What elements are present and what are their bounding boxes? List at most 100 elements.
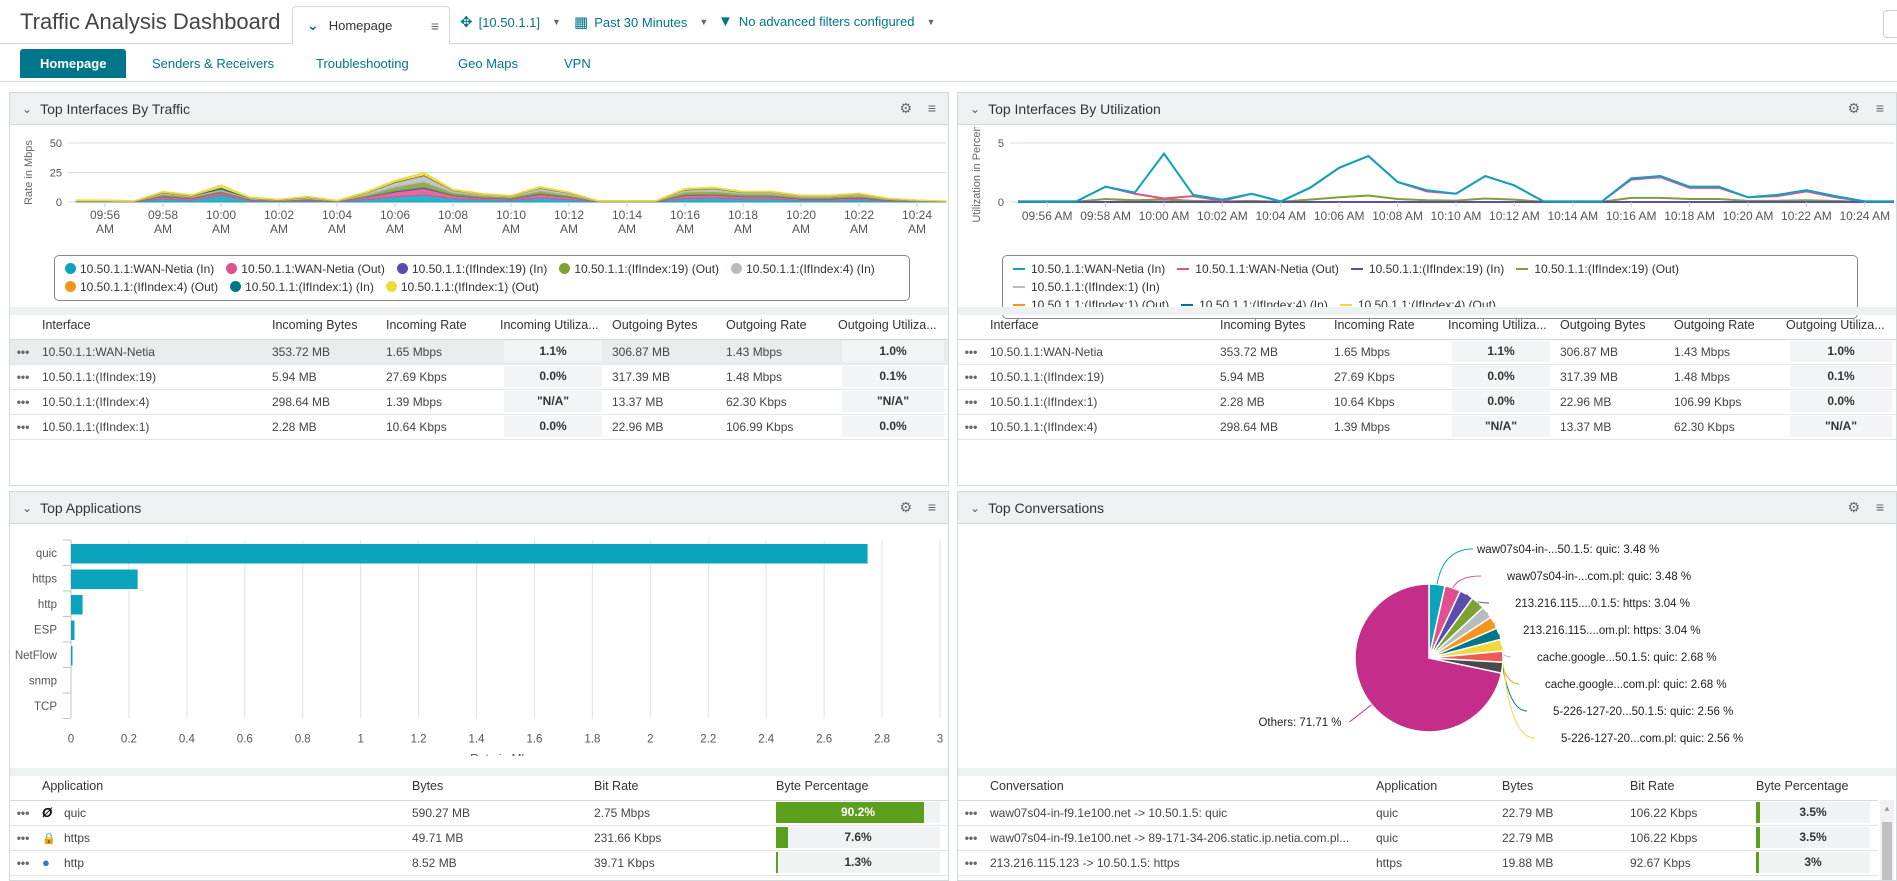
legend-item[interactable]: 10.50.1.1:WAN-Netia (In) bbox=[65, 260, 214, 278]
col-header-interface[interactable]: Interface bbox=[36, 311, 266, 340]
row-actions-icon[interactable]: ••• bbox=[958, 389, 984, 415]
table-row[interactable]: ••• 10.50.1.1:(IfIndex:1) 2.28 MB 10.64 Kbp… bbox=[10, 414, 948, 440]
col-header-outgoing-rate[interactable]: Outgoing Rate bbox=[1668, 311, 1780, 340]
col-header-bytes[interactable]: Bytes bbox=[406, 772, 588, 801]
col-header-application[interactable]: Application bbox=[36, 772, 406, 801]
interface-cell[interactable]: 10.50.1.1:(IfIndex:4) bbox=[36, 389, 266, 415]
legend-item[interactable]: 10.50.1.1:WAN-Netia (In) bbox=[1013, 260, 1165, 278]
legend-item[interactable]: 10.50.1.1:(IfIndex:1) (In) bbox=[1013, 278, 1160, 296]
legend-item[interactable]: 10.50.1.1:(IfIndex:4) (In) bbox=[731, 260, 875, 278]
application-cell[interactable]: Øquic bbox=[36, 800, 406, 826]
interface-cell[interactable]: 10.50.1.1:(IfIndex:1) bbox=[36, 414, 266, 440]
col-header-bit-rate[interactable]: Bit Rate bbox=[1624, 772, 1750, 801]
table-row[interactable]: ••• 213.216.115.123 -> 10.50.1.5: https ht… bbox=[958, 850, 1878, 876]
table-row[interactable]: ••• 10.50.1.1:(IfIndex:19) 5.94 MB 27.69 Kb… bbox=[958, 364, 1896, 390]
interface-cell[interactable]: 10.50.1.1:(IfIndex:19) bbox=[36, 364, 266, 390]
row-actions-icon[interactable]: ••• bbox=[10, 414, 36, 440]
table-row[interactable]: ••• 10.50.1.1:(IfIndex:1) 2.28 MB 10.64 Kbp… bbox=[958, 389, 1896, 415]
table-row[interactable]: ••• 10.50.1.1:(IfIndex:4) 298.64 MB 1.39 Mb… bbox=[958, 414, 1896, 440]
table-row[interactable]: ••• waw07s04-in-f9.1e100.net -> 89-171-34… bbox=[958, 825, 1878, 851]
tab-troubleshooting[interactable]: Troubleshooting bbox=[296, 49, 429, 78]
col-header-incoming-rate[interactable]: Incoming Rate bbox=[1328, 311, 1442, 340]
bar-NetFlow[interactable] bbox=[71, 646, 73, 666]
row-actions-icon[interactable]: ••• bbox=[10, 800, 36, 826]
col-header-bytes[interactable]: Bytes bbox=[1496, 772, 1624, 801]
table-row[interactable]: ••• 10.50.1.1:WAN-Netia 353.72 MB 1.65 Mbps… bbox=[958, 339, 1896, 365]
row-actions-icon[interactable]: ••• bbox=[958, 414, 984, 440]
col-header-outgoing-bytes[interactable]: Outgoing Bytes bbox=[1554, 311, 1668, 340]
row-actions-icon[interactable]: ••• bbox=[10, 364, 36, 390]
bar-ESP[interactable] bbox=[71, 620, 75, 641]
col-header-incoming-rate[interactable]: Incoming Rate bbox=[380, 311, 494, 340]
interface-cell[interactable]: 10.50.1.1:(IfIndex:1) bbox=[984, 389, 1214, 415]
interface-cell[interactable]: 10.50.1.1:(IfIndex:4) bbox=[984, 414, 1214, 440]
legend-item[interactable]: 10.50.1.1:(IfIndex:19) (In) bbox=[1350, 260, 1504, 278]
edit-button[interactable] bbox=[1883, 10, 1897, 38]
col-header-incoming-util[interactable]: Incoming Utiliza... bbox=[1442, 311, 1554, 340]
collapse-chevron-icon[interactable]: ⌄ bbox=[970, 102, 980, 116]
application-cell[interactable]: 🔒 https bbox=[36, 825, 406, 851]
row-actions-icon[interactable]: ••• bbox=[958, 825, 984, 851]
table-row[interactable]: ••• 10.50.1.1:(IfIndex:19) 5.94 MB 27.69 Kb… bbox=[10, 364, 948, 390]
interface-cell[interactable]: 10.50.1.1:(IfIndex:19) bbox=[984, 364, 1214, 390]
bar-http[interactable] bbox=[71, 595, 83, 615]
row-actions-icon[interactable]: ••• bbox=[958, 364, 984, 390]
gear-icon[interactable]: ⚙ bbox=[899, 100, 912, 117]
bar-https[interactable] bbox=[71, 569, 138, 590]
row-actions-icon[interactable]: ••• bbox=[958, 800, 984, 826]
conversations-scrollbar[interactable]: ▲ bbox=[1880, 800, 1894, 880]
gear-icon[interactable]: ⚙ bbox=[899, 499, 912, 516]
gear-icon[interactable]: ⚙ bbox=[1847, 100, 1860, 117]
col-header-byte-percentage[interactable]: Byte Percentage bbox=[770, 772, 948, 801]
tab-homepage[interactable]: Homepage bbox=[20, 49, 127, 78]
tab-vpn[interactable]: VPN bbox=[544, 49, 611, 78]
legend-item[interactable]: 10.50.1.1:(IfIndex:4) (Out) bbox=[65, 278, 218, 296]
table-row[interactable]: ••• 10.50.1.1:(IfIndex:4) 298.64 MB 1.39 Mb… bbox=[10, 389, 948, 415]
col-header-incoming-util[interactable]: Incoming Utiliza... bbox=[494, 311, 606, 340]
col-header-outgoing-rate[interactable]: Outgoing Rate bbox=[720, 311, 832, 340]
col-header-application[interactable]: Application bbox=[1370, 772, 1496, 801]
time-filter[interactable]: ▦ Past 30 Minutes ▼ bbox=[574, 13, 708, 31]
table-row[interactable]: ••• waw07s04-in-f9.1e100.net -> 10.50.1.5… bbox=[958, 800, 1878, 826]
legend-item[interactable]: 10.50.1.1:(IfIndex:19) (Out) bbox=[559, 260, 719, 278]
chevron-down-icon[interactable]: ⌄ bbox=[307, 17, 319, 34]
legend-item[interactable]: 10.50.1.1:(IfIndex:19) (Out) bbox=[1516, 260, 1679, 278]
bar-quic[interactable] bbox=[71, 544, 868, 564]
legend-item[interactable]: 10.50.1.1:(IfIndex:1) (Out) bbox=[385, 278, 539, 296]
panel-menu-icon[interactable]: ≡ bbox=[928, 499, 936, 515]
row-actions-icon[interactable]: ••• bbox=[958, 339, 984, 365]
tab-geo-maps[interactable]: Geo Maps bbox=[438, 49, 538, 78]
col-header-outgoing-bytes[interactable]: Outgoing Bytes bbox=[606, 311, 720, 340]
col-header-incoming-bytes[interactable]: Incoming Bytes bbox=[266, 311, 380, 340]
view-menu-icon[interactable]: ≡ bbox=[431, 18, 439, 34]
table-row[interactable]: ••• 10.50.1.1:WAN-Netia 353.72 MB 1.65 Mbps… bbox=[10, 339, 948, 365]
col-header-outgoing-util[interactable]: Outgoing Utiliza... bbox=[832, 311, 948, 340]
interface-cell[interactable]: 10.50.1.1:WAN-Netia bbox=[36, 339, 266, 365]
advanced-filter[interactable]: ▼ No advanced filters configured ▼ bbox=[718, 13, 935, 30]
node-filter[interactable]: ✥ [10.50.1.1] ▼ bbox=[460, 13, 561, 31]
collapse-chevron-icon[interactable]: ⌄ bbox=[970, 501, 980, 515]
line-series[interactable] bbox=[1018, 151, 1894, 203]
collapse-chevron-icon[interactable]: ⌄ bbox=[22, 501, 32, 515]
col-header-byte-percentage[interactable]: Byte Percentage bbox=[1750, 772, 1878, 801]
panel-menu-icon[interactable]: ≡ bbox=[1876, 100, 1884, 116]
application-cell[interactable]: ● http bbox=[36, 850, 406, 876]
legend-item[interactable]: 10.50.1.1:(IfIndex:1) (In) bbox=[230, 278, 374, 296]
view-selector-tab[interactable]: ⌄ Homepage ≡ bbox=[292, 6, 450, 45]
row-actions-icon[interactable]: ••• bbox=[10, 850, 36, 876]
tab-senders-receivers[interactable]: Senders & Receivers bbox=[132, 49, 294, 78]
table-row[interactable]: ••• 🔒 https 49.71 MB 231.66 Kbps 7.6% bbox=[10, 825, 948, 851]
legend-item[interactable]: 10.50.1.1:WAN-Netia (Out) bbox=[226, 260, 385, 278]
col-header-outgoing-util[interactable]: Outgoing Utiliza... bbox=[1780, 311, 1896, 340]
gear-icon[interactable]: ⚙ bbox=[1847, 499, 1860, 516]
conversation-cell[interactable]: waw07s04-in-f9.1e100.net -> 89-171-34-20… bbox=[984, 825, 1370, 851]
conversation-cell[interactable]: 213.216.115.123 -> 10.50.1.5: https bbox=[984, 850, 1370, 876]
row-actions-icon[interactable]: ••• bbox=[10, 825, 36, 851]
interface-cell[interactable]: 10.50.1.1:WAN-Netia bbox=[984, 339, 1214, 365]
scrollbar-thumb[interactable] bbox=[1882, 822, 1892, 880]
table-row[interactable]: ••• Øquic 590.27 MB 2.75 Mbps 90.2% bbox=[10, 800, 948, 826]
col-header-bit-rate[interactable]: Bit Rate bbox=[588, 772, 770, 801]
col-header-conversation[interactable]: Conversation bbox=[984, 772, 1370, 801]
col-header-interface[interactable]: Interface bbox=[984, 311, 1214, 340]
row-actions-icon[interactable]: ••• bbox=[10, 339, 36, 365]
